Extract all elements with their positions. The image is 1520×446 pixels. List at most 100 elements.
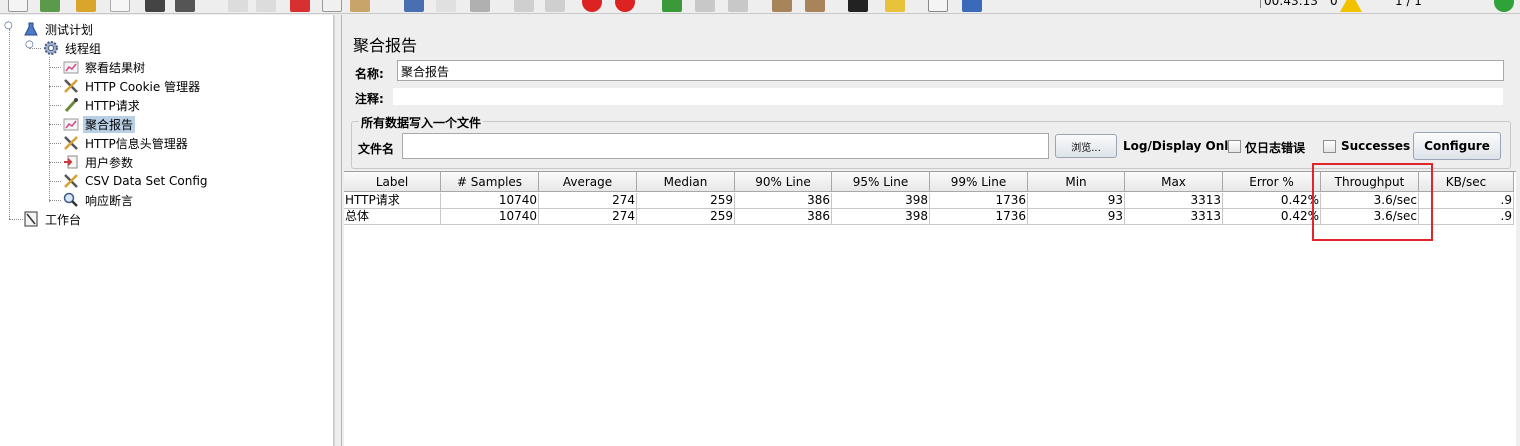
help-icon[interactable] — [962, 0, 982, 12]
tree-node-label: 响应断言 — [85, 193, 134, 208]
function-helper-icon[interactable] — [928, 0, 948, 12]
remote-exit-icon[interactable] — [728, 0, 748, 12]
error-count: 0 — [1330, 0, 1338, 8]
panel-splitter[interactable] — [334, 15, 342, 446]
stop-icon[interactable] — [582, 0, 602, 12]
table-cell[interactable]: 3313 — [1125, 209, 1223, 225]
table-cell[interactable]: 259 — [637, 209, 735, 225]
tree-connector — [49, 181, 61, 182]
assertion-magnifier-icon — [62, 192, 79, 208]
tree-node-workbench[interactable]: 工作台 — [22, 210, 83, 228]
successes-checkbox[interactable] — [1323, 140, 1336, 153]
tree-node-csv-config[interactable]: CSV Data Set Config — [62, 172, 210, 190]
browse-button[interactable]: 浏览... — [1055, 134, 1117, 158]
thread-group-gear-icon — [42, 40, 59, 56]
expand-toggle-icon[interactable]: ○ — [4, 20, 13, 31]
paste-icon[interactable] — [350, 0, 370, 12]
tree-node-label: 用户参数 — [85, 155, 134, 170]
tree-node-http-request[interactable]: HTTP请求 — [62, 96, 142, 114]
comment-field[interactable] — [393, 88, 1503, 105]
table-cell[interactable]: 398 — [832, 193, 930, 209]
table-cell[interactable]: 386 — [735, 209, 832, 225]
tree-node-aggregate-report[interactable]: 聚合报告 — [62, 115, 136, 133]
reset-search-icon[interactable] — [885, 0, 905, 12]
column-header[interactable]: Median — [637, 172, 735, 192]
column-header[interactable]: 95% Line — [832, 172, 930, 192]
table-cell[interactable]: 10740 — [441, 209, 539, 225]
filename-field[interactable] — [402, 133, 1049, 159]
tree-node-label: 测试计划 — [45, 22, 94, 37]
pre-processor-icon — [62, 154, 79, 170]
column-header[interactable]: # Samples — [441, 172, 539, 192]
cut-icon[interactable] — [290, 0, 310, 12]
filename-label: 文件名 — [358, 142, 395, 156]
shutdown-icon[interactable] — [615, 0, 635, 12]
table-cell[interactable]: 0.42% — [1223, 209, 1321, 225]
table-cell[interactable]: 3313 — [1125, 193, 1223, 209]
tree-node-user-parameters[interactable]: 用户参数 — [62, 153, 135, 171]
new-plan-icon[interactable] — [8, 0, 28, 12]
successes-label: Successes — [1341, 139, 1411, 153]
collapse-icon[interactable] — [436, 0, 456, 12]
column-header[interactable]: KB/sec — [1419, 172, 1514, 192]
table-cell[interactable]: 1736 — [930, 209, 1028, 225]
table-cell[interactable]: .9 — [1419, 193, 1514, 209]
table-cell[interactable]: 0.42% — [1223, 193, 1321, 209]
table-cell[interactable]: 274 — [539, 193, 637, 209]
table-cell[interactable]: 386 — [735, 193, 832, 209]
redo-icon[interactable] — [256, 0, 276, 12]
configure-button[interactable]: Configure — [1413, 132, 1501, 160]
page-title: 聚合报告 — [353, 36, 418, 55]
errors-only-checkbox[interactable] — [1228, 140, 1241, 153]
tree-node-thread-group[interactable]: 线程组 — [42, 39, 103, 57]
tree-node-header-manager[interactable]: HTTP信息头管理器 — [62, 134, 190, 152]
column-header[interactable]: Label — [344, 172, 441, 192]
templates-icon[interactable] — [40, 0, 60, 12]
name-field[interactable]: 聚合报告 — [397, 60, 1504, 81]
tree-node-cookie-manager[interactable]: HTTP Cookie 管理器 — [62, 77, 202, 95]
table-cell[interactable]: 93 — [1028, 209, 1125, 225]
column-header[interactable]: Max — [1125, 172, 1223, 192]
copy-icon[interactable] — [322, 0, 342, 12]
table-cell[interactable]: .9 — [1419, 209, 1514, 225]
table-cell[interactable]: 10740 — [441, 193, 539, 209]
column-header[interactable]: 90% Line — [735, 172, 832, 192]
table-cell[interactable]: 259 — [637, 193, 735, 209]
column-header[interactable]: 99% Line — [930, 172, 1028, 192]
open-icon[interactable] — [76, 0, 96, 12]
table-cell[interactable]: 总体 — [344, 209, 441, 225]
errors-only-label: 仅日志错误 — [1245, 141, 1306, 155]
save-icon[interactable] — [145, 0, 165, 12]
tree-connector — [9, 29, 10, 219]
close-plan-icon[interactable] — [110, 0, 130, 12]
column-header[interactable]: Error % — [1223, 172, 1321, 192]
tree-node-view-results[interactable]: 察看结果树 — [62, 58, 147, 76]
save-screenshot-icon[interactable] — [175, 0, 195, 12]
tree-node-label: 察看结果树 — [85, 60, 146, 75]
test-plan-tree[interactable]: ○ ○ 测试计划 线程组 察看结果树 HTTP Cookie 管理器 HTTP请… — [0, 15, 334, 446]
search-icon[interactable] — [848, 0, 868, 12]
expand-toggle-icon[interactable]: ○ — [25, 39, 34, 50]
clear-icon[interactable] — [772, 0, 792, 12]
clear-all-icon[interactable] — [805, 0, 825, 12]
workbench-icon — [22, 211, 39, 227]
table-cell[interactable]: 398 — [832, 209, 930, 225]
table-cell[interactable]: HTTP请求 — [344, 193, 441, 209]
view-results-tree-icon — [62, 59, 79, 75]
column-header[interactable]: Average — [539, 172, 637, 192]
start-no-pause-icon[interactable] — [545, 0, 565, 12]
warning-icon[interactable] — [1340, 0, 1362, 12]
undo-icon[interactable] — [228, 0, 248, 12]
table-cell[interactable]: 93 — [1028, 193, 1125, 209]
remote-start-icon[interactable] — [662, 0, 682, 12]
tree-node-response-assertion[interactable]: 响应断言 — [62, 191, 135, 209]
column-header[interactable]: Min — [1028, 172, 1125, 192]
tree-node-test-plan[interactable]: 测试计划 — [22, 20, 95, 38]
tree-connector — [49, 124, 61, 125]
remote-stop-icon[interactable] — [695, 0, 715, 12]
toggle-icon[interactable] — [470, 0, 490, 12]
expand-icon[interactable] — [404, 0, 424, 12]
table-cell[interactable]: 274 — [539, 209, 637, 225]
start-icon[interactable] — [514, 0, 534, 12]
table-cell[interactable]: 1736 — [930, 193, 1028, 209]
